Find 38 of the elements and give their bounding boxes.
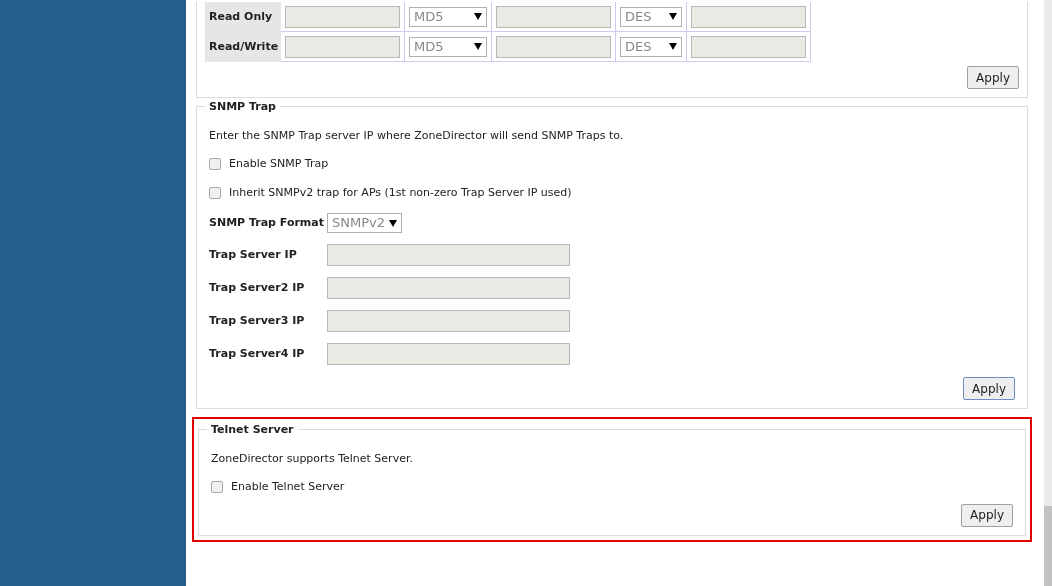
- caret-icon: [389, 219, 397, 227]
- caret-icon: [669, 43, 677, 50]
- input-field[interactable]: [285, 5, 400, 28]
- field-label: SNMP Trap Format: [209, 214, 325, 231]
- row-label: Read Only: [205, 2, 281, 32]
- checkbox[interactable]: [209, 158, 221, 171]
- field-label: Trap Server3 IP: [209, 312, 306, 329]
- dropdown[interactable]: MD5: [409, 6, 487, 27]
- dropdown[interactable]: DES: [620, 36, 682, 57]
- apply-button[interactable]: Apply: [967, 66, 1019, 89]
- checkbox[interactable]: [211, 481, 223, 494]
- input-field[interactable]: [327, 343, 570, 365]
- input-field[interactable]: [327, 244, 570, 266]
- dropdown[interactable]: SNMPv2: [327, 213, 402, 233]
- description: Enter the SNMP Trap server IP where ZoneDirector will send SNMP Traps to.: [209, 127, 625, 144]
- checkbox-label: Enable SNMP Trap: [229, 156, 329, 172]
- input-field[interactable]: [327, 277, 570, 299]
- input-field[interactable]: [496, 5, 611, 28]
- dropdown[interactable]: DES: [620, 6, 682, 27]
- dropdown[interactable]: MD5: [409, 36, 487, 57]
- field-label: Trap Server4 IP: [209, 345, 306, 362]
- field-label: Trap Server IP: [209, 246, 298, 263]
- caret-icon: [669, 13, 677, 20]
- description: ZoneDirector supports Telnet Server.: [211, 450, 414, 467]
- input-field[interactable]: [327, 310, 570, 332]
- field-label: Trap Server2 IP: [209, 279, 306, 296]
- apply-button[interactable]: Apply: [961, 503, 1013, 527]
- apply-button[interactable]: Apply: [963, 377, 1015, 400]
- input-field[interactable]: [691, 35, 806, 58]
- caret-icon: [474, 43, 482, 50]
- input-field[interactable]: [496, 35, 611, 58]
- input-field[interactable]: [285, 35, 400, 58]
- input-field[interactable]: [691, 5, 806, 28]
- checkbox-label: Inherit SNMPv2 trap for APs (1st non-zero Trap Server IP used): [229, 184, 572, 201]
- row-label: Read/Write: [205, 32, 281, 62]
- caret-icon: [474, 13, 482, 20]
- checkbox[interactable]: [209, 186, 221, 199]
- checkbox-label: Enable Telnet Server: [231, 479, 345, 495]
